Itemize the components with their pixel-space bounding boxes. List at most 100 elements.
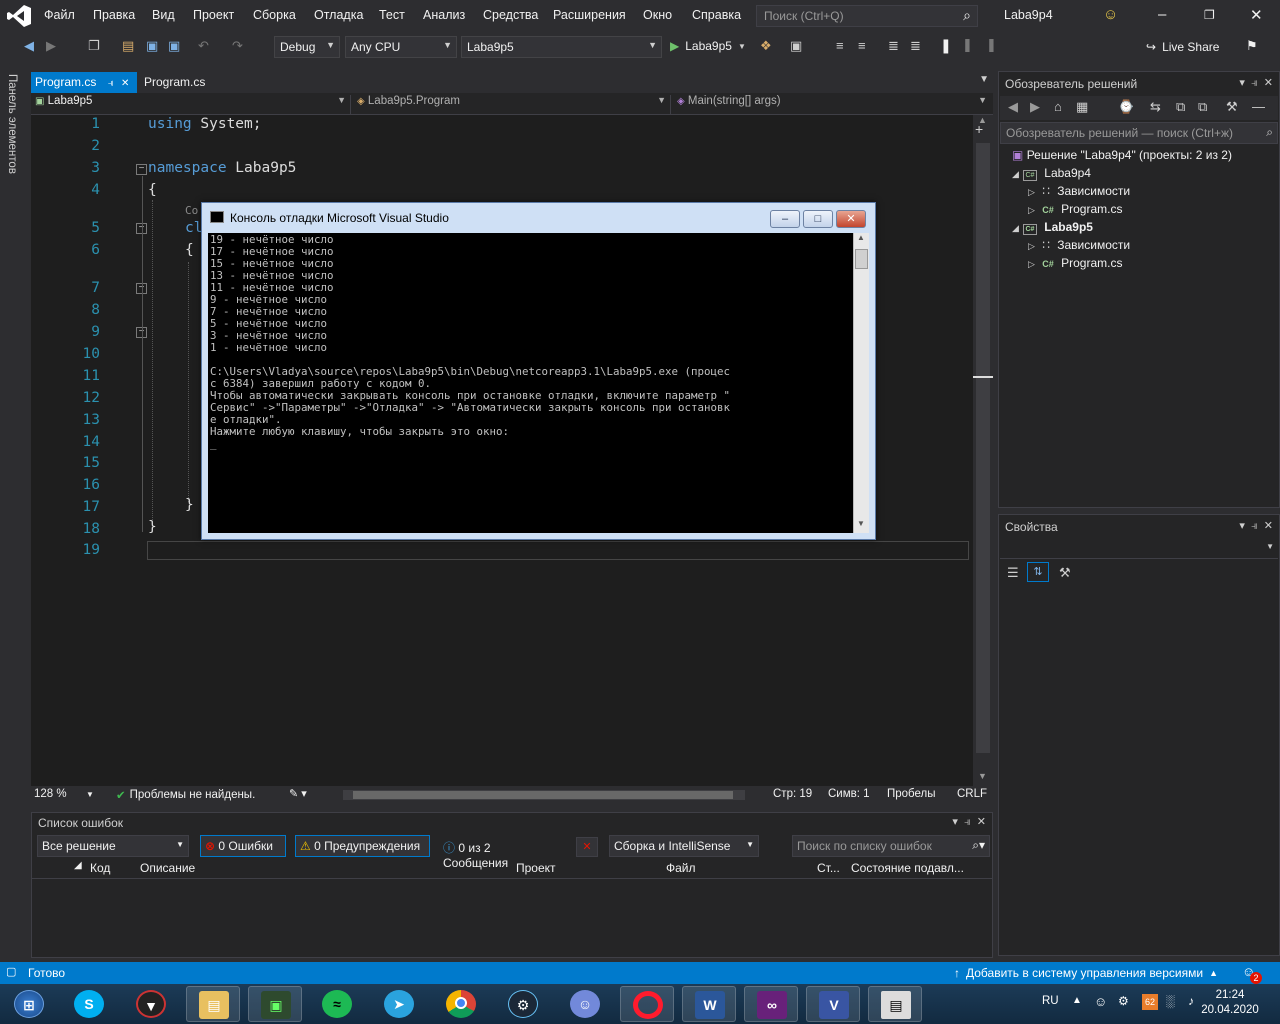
tree-file-program-cs[interactable]: ▷ C# Program.cs — [1028, 202, 1122, 216]
input-language[interactable]: RU — [1042, 995, 1059, 1007]
toolbox-side-tab[interactable] — [0, 70, 30, 1010]
close-icon[interactable]: ✕ — [121, 78, 129, 89]
forward-icon[interactable]: ▶ — [1030, 99, 1040, 115]
menu-analyze[interactable]: Анализ — [423, 8, 465, 22]
new-project-icon[interactable]: ❐ — [88, 38, 100, 54]
tree-dependencies[interactable]: ▷ ∷ Зависимости — [1028, 184, 1130, 198]
system-clock[interactable]: 21:24 20.04.2020 — [1190, 988, 1270, 1018]
issues-indicator[interactable]: ✔ Проблемы не найдены. — [116, 788, 255, 802]
collapsed-triangle-icon[interactable]: ▷ — [1028, 259, 1035, 269]
zoom-dropdown[interactable]: 128 % ▼ — [34, 788, 94, 800]
close-icon[interactable]: ✕ — [1250, 6, 1263, 24]
split-icon[interactable]: + — [975, 121, 983, 137]
console-close-button[interactable]: ✕ — [836, 210, 866, 228]
collapse-all-icon[interactable]: ⧉ — [1176, 99, 1185, 115]
taskbar-visio[interactable]: V — [806, 986, 860, 1022]
network-icon[interactable]: ░ — [1166, 994, 1175, 1008]
platform-dropdown[interactable]: Any CPU ▼ — [345, 36, 457, 58]
account-icon[interactable]: ⚑ — [1246, 38, 1258, 54]
comment-icon[interactable]: ≣ — [888, 38, 899, 54]
clear-filter-icon[interactable]: ✕ — [576, 837, 598, 857]
save-icon[interactable]: ▣ — [146, 38, 158, 54]
save-all-icon[interactable]: ▣ — [168, 38, 180, 54]
errors-filter-button[interactable]: ⊗ 0 Ошибки — [200, 835, 286, 857]
start-debugging-button[interactable]: ▶ Laba9p5 ▼ — [670, 39, 746, 53]
feedback-icon[interactable]: ☺ — [1103, 6, 1118, 23]
show-hidden-icons-icon[interactable]: ▲ — [1072, 995, 1082, 1006]
taskbar-steam[interactable]: ⚙ — [496, 986, 550, 1022]
switch-views-icon[interactable]: ▦ — [1076, 99, 1088, 115]
menu-test[interactable]: Тест — [379, 8, 405, 22]
menu-extensions[interactable]: Расширения — [553, 8, 626, 22]
console-scrollbar[interactable]: ▲ ▼ — [853, 233, 869, 533]
wrench-icon[interactable]: ⚒ — [1059, 565, 1071, 581]
indent-indicator[interactable]: Пробелы — [887, 788, 936, 800]
menu-tools[interactable]: Средства — [483, 8, 538, 22]
scroll-down-icon[interactable]: ▼ — [978, 771, 987, 781]
eol-indicator[interactable]: CRLF — [957, 788, 987, 800]
screenshot-icon[interactable]: ▣ — [790, 38, 802, 54]
tree-solution[interactable]: ▣ Решение "Laba9p4" (проекты: 2 из 2) — [1012, 148, 1232, 162]
collapsed-triangle-icon[interactable]: ▷ — [1028, 205, 1035, 215]
menu-debug[interactable]: Отладка — [314, 8, 363, 22]
taskbar-word[interactable]: W — [682, 986, 736, 1022]
editor-vertical-scrollbar[interactable]: ▲ + ▼ — [973, 115, 993, 787]
column-suppression[interactable]: Состояние подавл... — [851, 861, 964, 875]
taskbar-guitar-pro[interactable]: ▼ — [124, 986, 178, 1022]
taskbar-task-manager[interactable]: ▣ — [248, 986, 302, 1022]
column-code[interactable]: Код — [90, 861, 110, 875]
console-scroll-thumb[interactable] — [855, 249, 868, 269]
notifications-button[interactable]: ☺ 2 — [1242, 964, 1262, 984]
object-selector[interactable]: ▼ — [1000, 539, 1278, 559]
tab-program-cs-active[interactable]: Program.cs ⫣ ✕ — [31, 72, 137, 93]
nav-project-dropdown[interactable]: ▣ Laba9p5 ▼ — [31, 95, 351, 114]
menu-help[interactable]: Справка — [692, 8, 741, 22]
menu-project[interactable]: Проект — [193, 8, 234, 22]
nav-type-dropdown[interactable]: ◈ Laba9p5.Program ▼ — [353, 95, 671, 114]
collapsed-triangle-icon[interactable]: ▷ — [1028, 241, 1035, 251]
tree-file-program-cs[interactable]: ▷ C# Program.cs — [1028, 256, 1122, 270]
menu-build[interactable]: Сборка — [253, 8, 296, 22]
startup-project-dropdown[interactable]: Laba9p5 ▼ — [461, 36, 662, 58]
collapsed-triangle-icon[interactable]: ▷ — [1028, 187, 1035, 197]
pending-changes-icon[interactable]: ⌚ — [1118, 99, 1134, 115]
solution-explorer-search[interactable]: Обозреватель решений — поиск (Ctrl+ж) ⌕ — [1000, 122, 1278, 144]
tree-project-laba9p5[interactable]: ◢ C# Laba9p5 — [1012, 220, 1093, 235]
categorized-icon[interactable]: ☰ — [1007, 565, 1019, 581]
line-indicator[interactable]: Стр: 19 — [773, 788, 812, 800]
scroll-down-icon[interactable]: ▼ — [857, 519, 865, 528]
menu-view[interactable]: Вид — [152, 8, 175, 22]
brush-icon[interactable]: ✎ ▾ — [289, 787, 307, 800]
bookmark-icon[interactable]: ❚ — [940, 37, 952, 54]
home-icon[interactable]: ⌂ — [1054, 99, 1062, 114]
error-list-search[interactable]: Поиск по списку ошибок ⌕▾ — [792, 835, 990, 857]
menu-file[interactable]: Файл — [44, 8, 75, 22]
battery-indicator[interactable]: 62 — [1142, 994, 1158, 1010]
scope-dropdown[interactable]: Все решение ▼ — [37, 835, 189, 857]
redo-icon[interactable]: ↷ — [232, 38, 243, 54]
debug-console-window[interactable]: Консоль отладки Microsoft Visual Studio … — [201, 202, 876, 540]
panel-controls[interactable]: ▾ ⫣ ✕ — [952, 815, 986, 829]
format-icon[interactable]: ≡ — [858, 38, 866, 53]
taskbar-telegram[interactable]: ➤ — [372, 986, 426, 1022]
open-folder-icon[interactable]: ▤ — [122, 38, 134, 54]
restore-icon[interactable]: ❐ — [1204, 8, 1215, 22]
live-share-button[interactable]: ↪ Live Share — [1146, 40, 1219, 54]
bookmark-next-icon[interactable]: ❚ — [986, 37, 997, 53]
discord-tray-icon[interactable]: ☺ — [1094, 994, 1107, 1009]
taskbar-skype[interactable]: S — [62, 986, 116, 1022]
expanded-triangle-icon[interactable]: ◢ — [1012, 223, 1019, 233]
taskbar-discord[interactable]: ☺ — [558, 986, 612, 1022]
preview-icon[interactable]: — — [1252, 99, 1265, 114]
alphabetical-icon[interactable]: ⇅ — [1027, 562, 1049, 582]
taskbar-chrome[interactable] — [434, 986, 488, 1022]
step-icon[interactable]: ≡ — [836, 38, 844, 53]
column-indicator[interactable]: Симв: 1 — [828, 788, 870, 800]
column-line[interactable]: Ст... — [817, 861, 840, 875]
taskbar-visual-studio[interactable]: ∞ — [744, 986, 798, 1022]
taskbar-console[interactable]: ▤ — [868, 986, 922, 1022]
column-description[interactable]: Описание — [140, 861, 195, 875]
quick-launch-search[interactable]: Поиск (Ctrl+Q) ⌕ — [756, 5, 978, 27]
bookmark-prev-icon[interactable]: ❚ — [962, 37, 973, 53]
column-file[interactable]: Файл — [666, 861, 696, 875]
